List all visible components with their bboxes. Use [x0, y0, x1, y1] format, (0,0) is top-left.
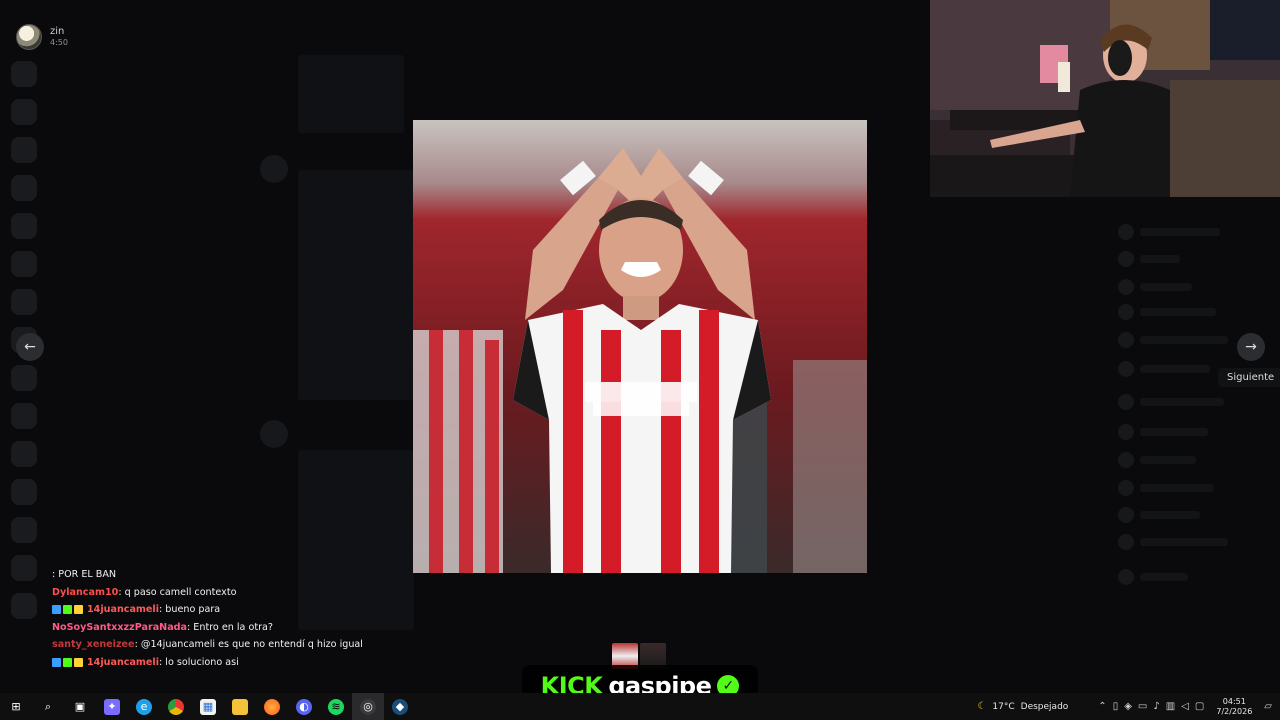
weather-condition[interactable]: Despejado — [1021, 702, 1069, 712]
weather-temp[interactable]: 17°C — [992, 702, 1014, 712]
channel-list-dimmed — [48, 55, 248, 655]
file-explorer-icon — [232, 698, 248, 715]
stream-chat: : POR EL BAN Dylancam10 : q paso camell … — [52, 566, 382, 671]
next-tooltip: Siguiente — [1218, 368, 1280, 387]
arrow-left-icon: ← — [24, 339, 36, 355]
volume-icon[interactable]: ◁ — [1181, 701, 1189, 712]
store-button[interactable]: ▦ — [192, 693, 224, 720]
usb-icon[interactable]: ▯ — [1113, 701, 1119, 712]
server-list-dimmed — [0, 55, 48, 695]
streamer-webcam — [930, 0, 1280, 197]
microphone-icon[interactable]: ♪ — [1153, 701, 1159, 712]
upload-time: 4:50 — [50, 38, 68, 47]
defender-icon[interactable]: ◈ — [1124, 701, 1132, 712]
steam-button[interactable]: ◆ — [384, 693, 416, 720]
chat-message: NoSoySantxxzzParaNada : Entro en la otra… — [52, 619, 382, 637]
image-uploader-info: zin 4:50 — [16, 24, 68, 50]
gift-badge-icon — [63, 657, 72, 667]
copilot-button[interactable]: ✦ — [96, 693, 128, 720]
arrow-right-icon: → — [1245, 339, 1257, 355]
windows-start-button[interactable]: ⊞ — [0, 693, 32, 720]
chat-message: santy_xeneizee : @14juancameli es que no… — [52, 636, 382, 654]
chat-message: Dylancam10 : q paso camell contexto — [52, 584, 382, 602]
edge-button[interactable]: e — [128, 693, 160, 720]
taskbar-clock[interactable]: 04:51 7/2/2026 — [1216, 697, 1252, 717]
system-tray: ☾ 17°C Despejado ⌃ ▯ ◈ ▭ ♪ ▥ ◁ ▢ 04:51 7… — [977, 693, 1280, 720]
task-view-icon: ▣ — [74, 700, 86, 713]
previous-image-button[interactable]: ← — [16, 333, 44, 361]
weather-moon-icon: ☾ — [977, 701, 987, 712]
firefox-icon — [264, 698, 280, 715]
chat-badges — [52, 605, 83, 615]
obs-icon: ◎ — [360, 698, 376, 715]
chat-text: : @14juancameli es que no entendí q hizo… — [134, 639, 363, 650]
file-explorer-button[interactable] — [224, 693, 256, 720]
discord-button[interactable]: ◐ — [288, 693, 320, 720]
chat-tray-icon[interactable]: ▭ — [1138, 701, 1147, 712]
obs-button[interactable]: ◎ — [352, 693, 384, 720]
windows-taskbar: ⊞ ⌕ ▣ ✦ e ▦ ◐ ≋ ◎ ◆ ☾ 17°C Despejado ⌃ ▯… — [0, 693, 1280, 720]
subscriber-badge-icon — [52, 605, 61, 615]
chat-text: : lo soluciono asi — [159, 656, 239, 668]
chat-message: 14juancameli : lo soluciono asi — [52, 654, 382, 672]
subscriber-badge-icon — [52, 657, 61, 667]
show-hidden-icons-icon[interactable]: ⌃ — [1098, 701, 1106, 712]
next-image-button[interactable]: → — [1237, 333, 1265, 361]
chrome-button[interactable] — [160, 693, 192, 720]
chrome-icon — [168, 698, 184, 715]
search-icon: ⌕ — [44, 699, 52, 713]
store-icon: ▦ — [200, 698, 216, 715]
windows-start-icon: ⊞ — [11, 700, 21, 713]
welcome-banner-dimmed — [298, 55, 404, 133]
edge-icon: e — [136, 698, 152, 715]
chat-text: : POR EL BAN — [52, 569, 117, 580]
chat-text: : bueno para — [159, 604, 221, 615]
desktop-screen: zin 4:50 ← → Siguiente: POR EL BAN Dyla… — [0, 0, 1280, 720]
chat-text: : Entro en la otra? — [187, 621, 274, 633]
spotify-button[interactable]: ≋ — [320, 693, 352, 720]
steam-icon: ◆ — [392, 698, 408, 715]
chat-badges — [52, 657, 83, 667]
chat-username[interactable]: Dylancam10 — [52, 584, 118, 602]
copilot-icon: ✦ — [104, 698, 120, 715]
chat-username[interactable]: NoSoySantxxzzParaNada — [52, 619, 187, 637]
notifications-icon[interactable]: ▱ — [1264, 701, 1272, 712]
chat-message: : POR EL BAN — [52, 566, 382, 584]
discord-icon: ◐ — [296, 698, 312, 715]
chat-username[interactable]: santy_xeneizee — [52, 636, 135, 654]
network-icon[interactable]: ▥ — [1166, 701, 1175, 712]
spotify-icon: ≋ — [328, 698, 344, 715]
display-icon[interactable]: ▢ — [1195, 701, 1204, 712]
viewer-image[interactable] — [413, 120, 867, 573]
clock-time: 04:51 — [1222, 696, 1246, 706]
vip-badge-icon — [74, 605, 83, 615]
clock-date: 7/2/2026 — [1216, 706, 1253, 716]
chat-message: 14juancameli : bueno para — [52, 601, 382, 619]
avatar[interactable] — [16, 24, 42, 50]
chat-username[interactable]: 14juancameli — [87, 601, 159, 619]
gift-badge-icon — [63, 605, 72, 615]
task-view-button[interactable]: ▣ — [64, 693, 96, 720]
firefox-button[interactable] — [256, 693, 288, 720]
uploader-name[interactable]: zin — [50, 26, 68, 38]
chat-username[interactable]: 14juancameli — [87, 654, 159, 672]
vip-badge-icon — [74, 657, 83, 667]
search-button[interactable]: ⌕ — [32, 693, 64, 720]
chat-text: : q paso camell contexto — [118, 586, 237, 598]
